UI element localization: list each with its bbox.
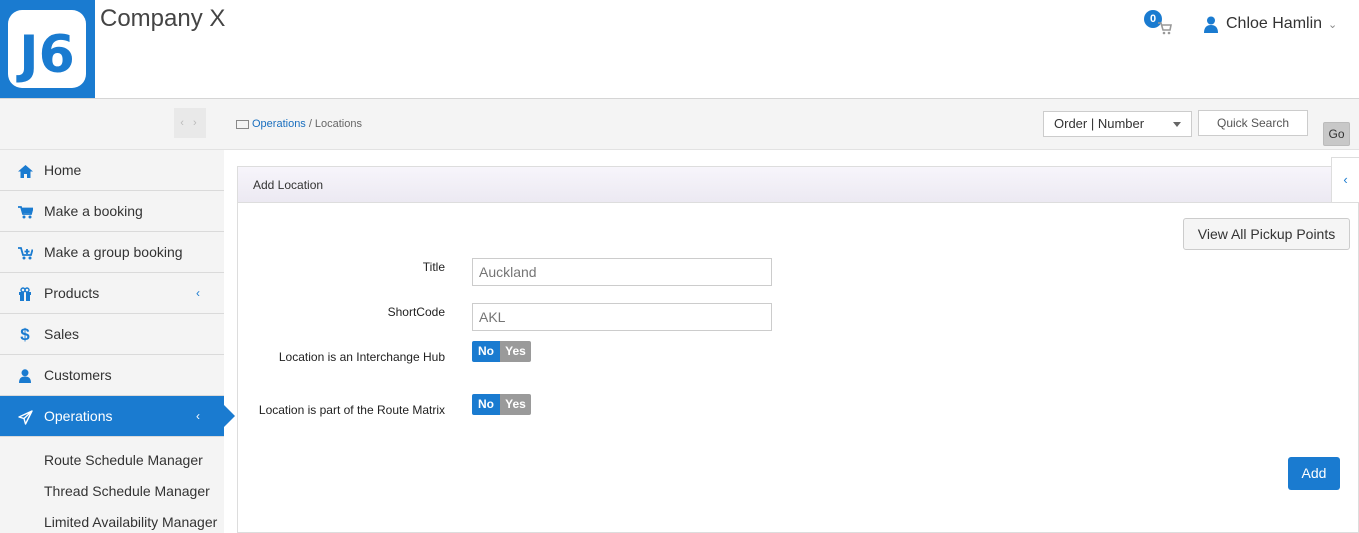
search-type-select[interactable]: Order | Number — [1043, 111, 1192, 137]
right-panel-toggle[interactable]: ‹ — [1331, 157, 1359, 203]
chevron-down-icon: ⌄ — [1328, 18, 1338, 31]
sidebar-item-sales[interactable]: $ Sales — [0, 314, 224, 355]
header-cart[interactable]: 0 — [1144, 10, 1176, 40]
sidebar-item-label: Sales — [44, 326, 80, 342]
breadcrumb-separator: / — [308, 118, 312, 130]
interchange-hub-toggle[interactable]: No Yes — [472, 341, 531, 362]
sidebar-subitem-thread-schedule[interactable]: Thread Schedule Manager — [0, 476, 224, 507]
user-name: Chloe Hamlin — [1226, 15, 1323, 32]
breadcrumb-current: Locations — [314, 118, 362, 130]
home-icon — [17, 163, 33, 179]
sidebar-item-label: Make a booking — [44, 203, 143, 219]
shortcode-label: ShortCode — [387, 305, 445, 319]
view-all-pickup-points-button[interactable]: View All Pickup Points — [1183, 218, 1350, 250]
go-button[interactable]: Go — [1323, 122, 1350, 146]
toolbar: ‹ › Operations / Locations Order | Numbe… — [0, 99, 1359, 150]
title-input[interactable] — [472, 258, 772, 286]
svg-text:J6: J6 — [16, 25, 75, 85]
title-label: Title — [422, 260, 445, 274]
breadcrumb-link-operations[interactable]: Operations — [252, 118, 306, 130]
j6-logo[interactable]: J6 — [0, 0, 95, 98]
route-matrix-toggle[interactable]: No Yes — [472, 394, 531, 415]
sidebar-item-label: Make a group booking — [44, 244, 183, 260]
sidebar-item-make-booking[interactable]: Make a booking — [0, 191, 224, 232]
chevron-left-icon: ‹ — [1343, 172, 1348, 187]
breadcrumb: Operations / Locations — [236, 118, 362, 130]
panel-title: Add Location — [238, 167, 1358, 203]
paper-plane-icon — [17, 409, 33, 425]
interchange-hub-label: Location is an Interchange Hub — [278, 350, 445, 364]
dollar-icon: $ — [20, 325, 30, 344]
sidebar-item-group-booking[interactable]: Make a group booking — [0, 232, 224, 273]
shopping-cart-icon — [1158, 22, 1172, 35]
sidebar-item-label: Products — [44, 285, 100, 301]
toggle-option-yes[interactable]: Yes — [500, 341, 531, 362]
sidebar-collapse-toggle[interactable]: ‹ › — [174, 108, 206, 138]
sidebar-subitem-route-schedule[interactable]: Route Schedule Manager — [0, 445, 224, 476]
sidebar-subitem-limited-availability[interactable]: Limited Availability Manager — [0, 507, 224, 533]
monitor-icon — [236, 119, 249, 129]
quick-search-input[interactable]: Quick Search — [1198, 110, 1308, 136]
sidebar-item-customers[interactable]: Customers — [0, 355, 224, 396]
toggle-option-yes[interactable]: Yes — [500, 394, 531, 415]
app-header: J6 Company X 0 Chloe Hamlin ⌄ — [0, 0, 1359, 99]
add-button[interactable]: Add — [1288, 457, 1340, 490]
route-matrix-label: Location is part of the Route Matrix — [258, 403, 445, 417]
company-name: Company X — [100, 5, 226, 32]
sidebar-item-label: Home — [44, 162, 82, 178]
toggle-option-no[interactable]: No — [472, 394, 500, 415]
sidebar-item-home[interactable]: Home — [0, 150, 224, 191]
shortcode-input[interactable] — [472, 303, 772, 331]
sidebar: Home Make a booking Make a group booking… — [0, 150, 235, 533]
cart-icon — [17, 204, 33, 220]
chevron-left-icon: ‹ — [196, 286, 200, 300]
user-icon — [17, 368, 33, 384]
search-type-value: Order | Number — [1054, 116, 1145, 131]
sidebar-item-label: Operations — [44, 408, 113, 424]
sidebar-item-operations[interactable]: Operations ‹ — [0, 396, 235, 437]
sidebar-item-products[interactable]: Products ‹ — [0, 273, 224, 314]
sidebar-item-label: Customers — [44, 367, 112, 383]
cart-plus-icon — [17, 245, 33, 261]
toggle-option-no[interactable]: No — [472, 341, 500, 362]
caret-down-icon — [1173, 122, 1181, 127]
gift-icon — [17, 286, 33, 302]
user-menu[interactable]: Chloe Hamlin ⌄ — [1204, 13, 1337, 35]
chevron-left-icon: ‹ — [196, 409, 200, 423]
user-icon — [1204, 16, 1218, 33]
